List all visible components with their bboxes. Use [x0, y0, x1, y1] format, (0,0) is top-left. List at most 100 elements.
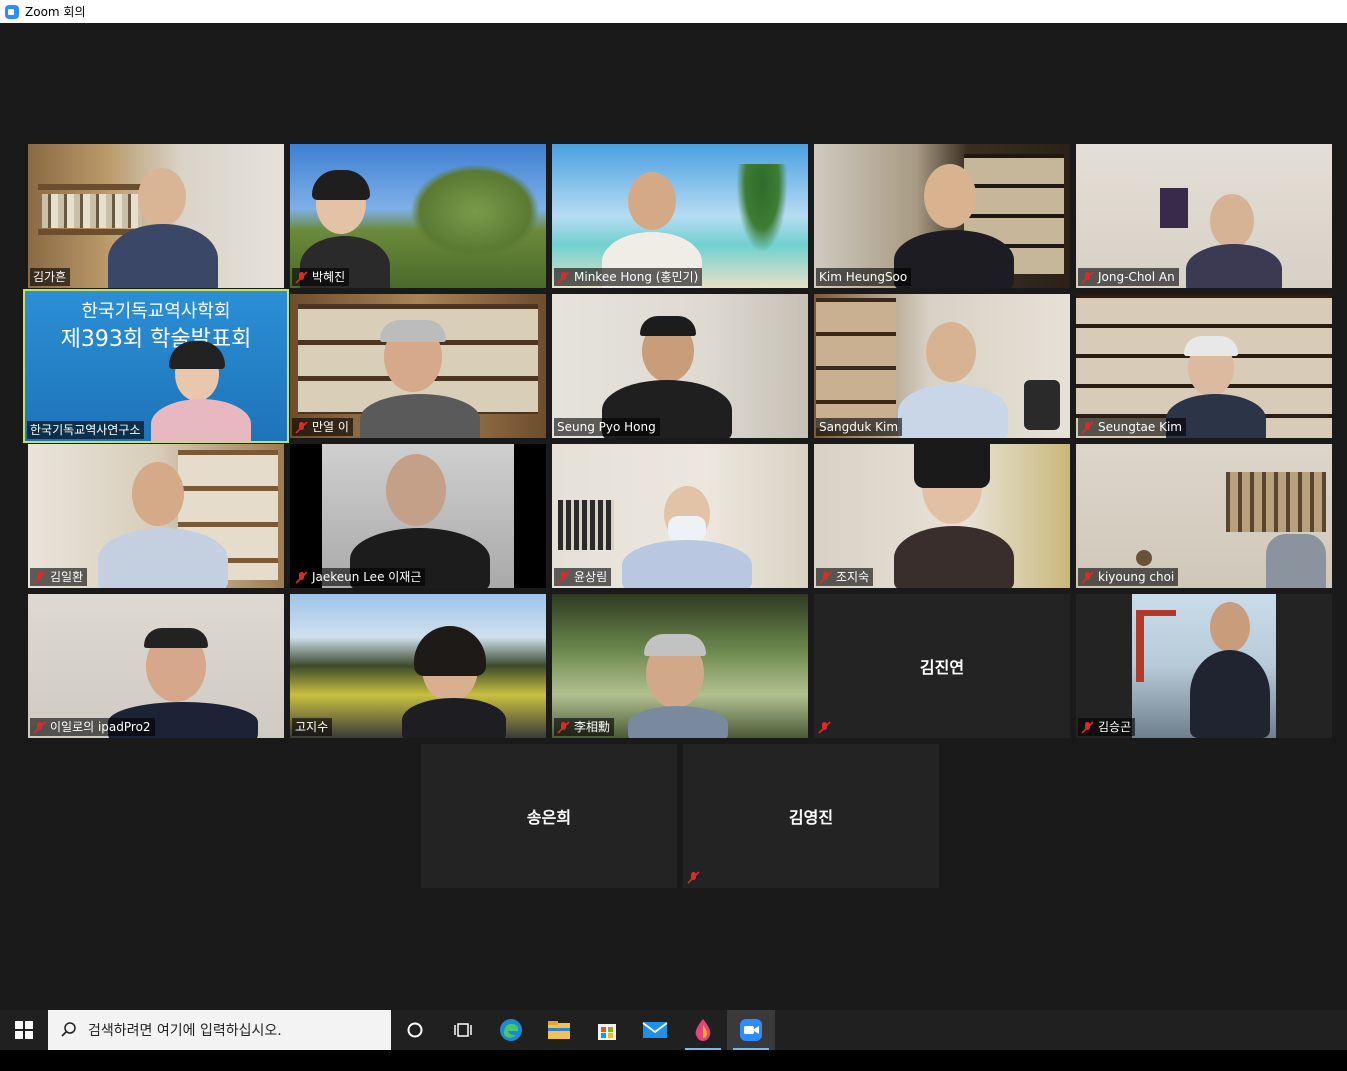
participant-tile[interactable]: Seungtae Kim	[1076, 294, 1332, 438]
edge-button[interactable]	[487, 1010, 535, 1050]
store-button[interactable]	[583, 1010, 631, 1050]
microphone-muted-icon	[33, 720, 46, 734]
participant-tile[interactable]: Jaekeun Lee 이재근	[290, 444, 546, 588]
participant-tile[interactable]: Sangduk Kim	[814, 294, 1070, 438]
participant-video	[290, 144, 546, 288]
participant-video	[290, 444, 546, 588]
file-explorer-button[interactable]	[535, 1010, 583, 1050]
participant-tile[interactable]: 김승곤	[1076, 594, 1332, 738]
microphone-muted-icon	[557, 570, 570, 584]
screen-bottom-edge	[0, 1050, 1347, 1071]
gallery-view: 김가흔 박혜진 Minkee Hong (홍민기) Kim HeungSoo J…	[0, 23, 1347, 1010]
participant-video	[1076, 294, 1332, 438]
microphone-muted-icon	[295, 270, 308, 284]
participant-name-label: Seungtae Kim	[1078, 418, 1186, 436]
participant-tile[interactable]: 김가흔	[28, 144, 284, 288]
participant-video	[814, 144, 1070, 288]
microphone-muted-icon	[1081, 420, 1094, 434]
participant-tile[interactable]: Minkee Hong (홍민기)	[552, 144, 808, 288]
participant-video	[290, 294, 546, 438]
participant-name-label: 고지수	[292, 718, 333, 736]
participant-name-label: Jong-Chol An	[1078, 268, 1179, 286]
mail-icon	[642, 1022, 668, 1038]
participant-name-label: 윤상림	[554, 568, 612, 586]
participant-name-label: 박혜진	[292, 268, 350, 286]
participant-tile-no-video[interactable]: 김진연	[814, 594, 1070, 738]
participant-tile[interactable]: 李相勳	[552, 594, 808, 738]
search-placeholder: 검색하려면 여기에 입력하십시오.	[88, 1023, 282, 1039]
windows-taskbar: 검색하려면 여기에 입력하십시오.	[0, 1010, 1347, 1050]
microphone-muted-icon	[33, 570, 46, 584]
search-icon	[61, 1022, 76, 1037]
participant-tile[interactable]: Seung Pyo Hong	[552, 294, 808, 438]
cortana-button[interactable]	[391, 1010, 439, 1050]
window-title: Zoom 회의	[25, 5, 86, 19]
participant-name: 김진연	[919, 658, 965, 677]
participant-tile[interactable]: 조지숙	[814, 444, 1070, 588]
cortana-icon	[407, 1022, 423, 1038]
microphone-muted-icon	[1081, 570, 1094, 584]
participant-tile[interactable]: 이일로의 ipadPro2	[28, 594, 284, 738]
zoom-logo-icon	[5, 4, 19, 19]
title-bar: Zoom 회의	[0, 0, 1347, 23]
participant-tile[interactable]: kiyoung choi	[1076, 444, 1332, 588]
participant-name-label: Sangduk Kim	[816, 418, 903, 436]
participant-name: 송은희	[526, 808, 572, 827]
file-explorer-icon	[548, 1021, 570, 1039]
microphone-muted-icon	[557, 270, 570, 284]
participant-tile[interactable]: Kim HeungSoo	[814, 144, 1070, 288]
microphone-muted-icon	[1081, 270, 1094, 284]
participant-tile-no-video[interactable]: 김영진	[683, 744, 939, 888]
microphone-muted-icon	[295, 420, 308, 434]
participant-video	[28, 594, 284, 738]
task-view-button[interactable]	[439, 1010, 487, 1050]
participant-tile[interactable]: 김일환	[28, 444, 284, 588]
windows-start-icon	[15, 1021, 33, 1039]
participant-name: 김영진	[788, 808, 834, 827]
participant-video	[1076, 444, 1332, 588]
participant-video	[28, 444, 284, 588]
participant-video	[552, 144, 808, 288]
participant-video	[552, 294, 808, 438]
participant-name-label: 김승곤	[1078, 718, 1136, 736]
participant-name-label: Kim HeungSoo	[816, 268, 912, 286]
participant-video	[1076, 594, 1332, 738]
participant-tile[interactable]: 박혜진	[290, 144, 546, 288]
participant-tile[interactable]: 고지수	[290, 594, 546, 738]
microphone-muted-icon	[819, 570, 832, 584]
task-view-icon	[454, 1023, 472, 1037]
participant-name-label: 김일환	[30, 568, 88, 586]
edge-icon	[500, 1019, 522, 1041]
participant-tile[interactable]: 윤상림	[552, 444, 808, 588]
participant-name-label: Minkee Hong (홍민기)	[554, 268, 703, 286]
start-button[interactable]	[0, 1010, 48, 1050]
participant-name-label: 만열 이	[292, 418, 353, 436]
participant-name-label: 김가흔	[30, 268, 71, 286]
participant-video	[28, 144, 284, 288]
participant-tile[interactable]: Jong-Chol An	[1076, 144, 1332, 288]
participant-video	[1076, 144, 1332, 288]
participant-video	[552, 444, 808, 588]
participant-name-label: 조지숙	[816, 568, 874, 586]
participant-name-label: 한국기독교역사연구소	[27, 421, 145, 439]
taskbar-search-box[interactable]: 검색하려면 여기에 입력하십시오.	[48, 1010, 391, 1050]
participant-name-label: kiyoung choi	[1078, 568, 1179, 586]
participant-video: 한국기독교역사학회 제393회 학술발표회	[25, 291, 287, 441]
participant-tile[interactable]: 만열 이	[290, 294, 546, 438]
mail-button[interactable]	[631, 1010, 679, 1050]
participant-name-label: 李相勳	[554, 718, 615, 736]
participant-video	[552, 594, 808, 738]
microphone-muted-icon	[1081, 720, 1094, 734]
store-icon	[598, 1024, 616, 1040]
microphone-muted-icon	[687, 871, 700, 884]
zoom-taskbar-button[interactable]	[727, 1010, 775, 1050]
paint-icon	[695, 1019, 711, 1041]
microphone-muted-icon	[818, 721, 831, 734]
participant-video	[814, 444, 1070, 588]
participant-tile-active-speaker[interactable]: 한국기독교역사학회 제393회 학술발표회 한국기독교역사연구소	[23, 289, 289, 443]
banner-subtitle: 제393회 학술발표회	[60, 327, 252, 352]
paint-button[interactable]	[679, 1010, 727, 1050]
participant-tile-no-video[interactable]: 송은희	[421, 744, 677, 888]
microphone-muted-icon	[557, 720, 570, 734]
participant-video	[814, 294, 1070, 438]
